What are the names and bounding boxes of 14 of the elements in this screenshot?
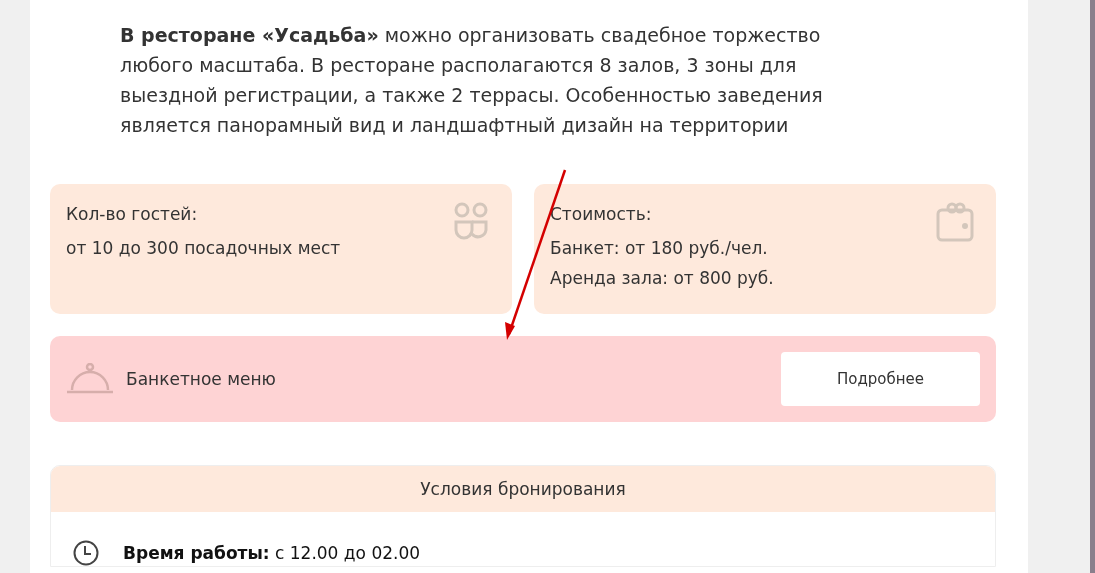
details-button[interactable]: Подробнее [781,352,980,406]
card-title: Стоимость: [550,203,653,226]
people-icon [452,202,490,242]
intro-paragraph: В ресторане «Усадьба» можно организовать свадебное торжество любого масштаба. В ресторане располагаются 8 залов, 3 зоны для выездной регистрации, а также 2 террасы. Особенностью заведения является панорамный вид и ландшафтный дизайн на территории [120,23,824,138]
card-text: Банкет: от 180 руб./чел. [550,237,769,260]
clock-icon [73,540,99,566]
cloche-icon [66,363,114,395]
booking-condition: Время работы: с 12.00 до 02.00 [123,543,421,563]
banner-label: Банкетное меню [126,369,277,389]
card-text: от 10 до 300 посадочных мест [66,237,341,260]
card-text: Аренда зала: от 800 руб. [550,267,774,290]
booking-header: Условия бронирования [51,466,995,512]
wallet-icon [936,202,974,242]
card-title: Кол-во гостей: [66,203,199,226]
